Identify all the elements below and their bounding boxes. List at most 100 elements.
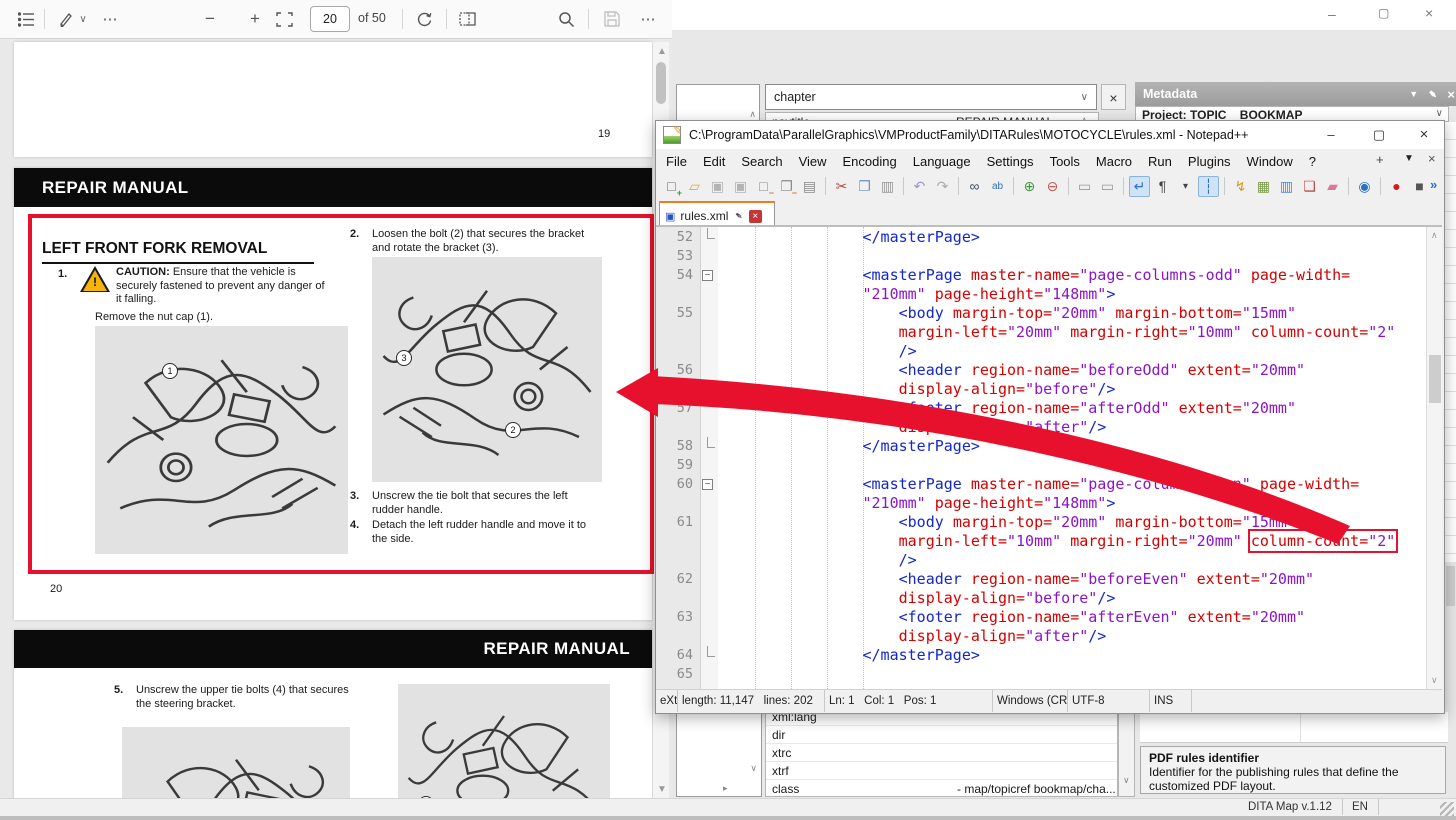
print-icon[interactable]: ▤ [799, 176, 820, 197]
close-doc-icon[interactable]: □− [753, 176, 774, 197]
macro-record-icon[interactable]: ● [1386, 176, 1407, 197]
metadata-close-icon[interactable]: × [1447, 87, 1455, 102]
menu-search[interactable]: Search [733, 154, 790, 169]
menu-[interactable]: ? [1301, 154, 1324, 169]
code-line-56[interactable]: 56 <header region-name="beforeOdd" exten… [656, 361, 1442, 380]
npp-tab-list-chevron-icon[interactable]: ▼ [1404, 153, 1414, 164]
preview-icon[interactable]: ◉ [1354, 176, 1375, 197]
symbols-menu-icon[interactable]: ▾ [1175, 176, 1196, 197]
pdf-more-tools-icon[interactable]: ⋯ [98, 7, 122, 31]
metadata-grid-thumb[interactable] [1446, 566, 1455, 606]
metadata-pin-icon[interactable]: ✒ [1425, 86, 1441, 102]
attribute-row-xmllang[interactable]: xml:lang [766, 712, 1117, 726]
editor-scrollbar-thumb[interactable] [1429, 355, 1441, 403]
npp-editor[interactable]: 52 </masterPage>5354− <masterPage master… [656, 227, 1442, 689]
scroll-down-icon[interactable]: ▼ [657, 784, 667, 795]
menu-file[interactable]: File [658, 154, 695, 169]
macro-stop-icon[interactable]: ■ [1409, 176, 1430, 197]
code-line-61[interactable]: 61 <body margin-top="20mm" margin-bottom… [656, 513, 1442, 532]
scroll-up-icon[interactable]: ▲ [657, 46, 667, 57]
menu-language[interactable]: Language [905, 154, 979, 169]
cut-icon[interactable]: ✂ [831, 176, 852, 197]
app-minimize-button[interactable]: – [1328, 6, 1336, 22]
zoom-out-icon[interactable]: − [198, 7, 222, 31]
code-line-64[interactable]: 64 </masterPage> [656, 646, 1442, 665]
attribute-row-xtrc[interactable]: xtrc [766, 744, 1117, 762]
code-line-wrap[interactable]: margin-left="10mm" margin-right="20mm" c… [656, 532, 1442, 551]
code-line-wrap[interactable]: display-align="before"/> [656, 380, 1442, 399]
zoom-in-icon[interactable]: ⊕ [1019, 176, 1040, 197]
tree-scroll-down-icon[interactable]: ∨ [750, 763, 757, 774]
code-line-54[interactable]: 54− <masterPage master-name="page-column… [656, 266, 1442, 285]
code-line-55[interactable]: 55 <body margin-top="20mm" margin-bottom… [656, 304, 1442, 323]
copy-icon[interactable]: ❐ [854, 176, 875, 197]
attribute-row-class[interactable]: class- map/topicref bookmap/cha... [766, 780, 1117, 797]
annotate-pen-icon[interactable] [54, 7, 78, 31]
menu-encoding[interactable]: Encoding [835, 154, 905, 169]
resize-grip[interactable] [1440, 802, 1454, 816]
menu-edit[interactable]: Edit [695, 154, 733, 169]
chapter-close-button[interactable]: × [1101, 84, 1126, 110]
attributes-scroll-down-icon[interactable]: ∨ [1123, 775, 1130, 786]
code-line-58[interactable]: 58 </masterPage> [656, 437, 1442, 456]
editor-scroll-up-icon[interactable]: ∧ [1431, 230, 1438, 241]
code-line-wrap[interactable]: margin-left="20mm" margin-right="10mm" c… [656, 323, 1442, 342]
editor-scrollbar[interactable]: ∧ ∨ [1426, 227, 1442, 689]
npp-tab-new-icon[interactable]: + [1376, 152, 1384, 167]
page-number-input[interactable]: 20 [310, 6, 350, 32]
tree-scroll-up-icon[interactable]: ∧ [749, 109, 756, 120]
status-encoding[interactable]: UTF-8 [1068, 690, 1150, 712]
attribute-row-xtrf[interactable]: xtrf [766, 762, 1117, 780]
attribute-row-dir[interactable]: dir [766, 726, 1117, 744]
show-symbols-icon[interactable]: ¶ [1152, 176, 1173, 197]
menu-run[interactable]: Run [1140, 154, 1180, 169]
new-file-icon[interactable]: □+ [661, 176, 682, 197]
code-line-65[interactable]: 65 [656, 665, 1442, 684]
npp-titlebar[interactable]: ✎ C:\ProgramData\ParallelGraphics\VMProd… [656, 121, 1444, 149]
npp-close-button[interactable]: × [1404, 121, 1444, 149]
zoom-out-icon[interactable]: ⊖ [1042, 176, 1063, 197]
code-line-wrap[interactable]: /> [656, 342, 1442, 361]
code-line-wrap[interactable]: "210mm" page-height="148mm"> [656, 285, 1442, 304]
menu-window[interactable]: Window [1239, 154, 1301, 169]
page-view-icon[interactable] [456, 7, 480, 31]
code-line-52[interactable]: 52 </masterPage> [656, 228, 1442, 247]
toolbar-overflow-icon[interactable]: » [1430, 177, 1437, 192]
code-line-wrap[interactable]: /> [656, 551, 1442, 570]
tab-pin-icon[interactable]: ✒ [732, 209, 745, 223]
replace-icon[interactable]: ab [987, 176, 1008, 197]
metadata-chevron-icon[interactable]: ▼ [1409, 89, 1418, 99]
npp-maximize-button[interactable]: ▢ [1359, 121, 1399, 149]
code-line-59[interactable]: 59 [656, 456, 1442, 475]
close-all-icon[interactable]: ❐− [776, 176, 797, 197]
menu-view[interactable]: View [791, 154, 835, 169]
app-close-button[interactable]: × [1425, 5, 1433, 21]
code-line-63[interactable]: 63 <footer region-name="afterEven" exten… [656, 608, 1442, 627]
code-line-57[interactable]: 57 <footer region-name="afterOdd" extent… [656, 399, 1442, 418]
status-eol-format[interactable]: Windows (CR LF) [993, 690, 1068, 712]
save-all-icon[interactable]: ▣ [730, 176, 751, 197]
project-chevron-icon[interactable]: ∨ [1436, 108, 1443, 119]
tree-scroll-right-icon[interactable]: ▸ [723, 783, 728, 794]
sync-h-icon[interactable]: ▭ [1097, 176, 1118, 197]
indent-guide-icon[interactable]: ┆ [1198, 176, 1219, 197]
undo-icon[interactable]: ↶ [909, 176, 930, 197]
folder-workspace-icon[interactable]: ▰ [1322, 176, 1343, 197]
rotate-icon[interactable] [412, 7, 436, 31]
file-ops-icon[interactable]: ❏ [1299, 176, 1320, 197]
fit-page-icon[interactable] [272, 7, 296, 31]
chapter-combobox[interactable]: chapter ∨ [765, 84, 1097, 110]
metadata-panel-header[interactable]: Metadata ▼ ✒ × [1135, 82, 1456, 106]
sync-v-icon[interactable]: ▭ [1074, 176, 1095, 197]
code-line-53[interactable]: 53 [656, 247, 1442, 266]
npp-tab-close-icon[interactable]: × [1428, 151, 1436, 166]
word-wrap-icon[interactable]: ↵ [1129, 176, 1150, 197]
search-icon[interactable] [554, 7, 578, 31]
menu-settings[interactable]: Settings [979, 154, 1042, 169]
code-line-wrap[interactable]: display-align="after"/> [656, 627, 1442, 646]
chevron-down-icon[interactable]: ∨ [1081, 92, 1088, 103]
npp-minimize-button[interactable]: – [1311, 121, 1351, 149]
redo-icon[interactable]: ↷ [932, 176, 953, 197]
paste-icon[interactable]: ▥ [877, 176, 898, 197]
open-file-icon[interactable]: ▱ [684, 176, 705, 197]
